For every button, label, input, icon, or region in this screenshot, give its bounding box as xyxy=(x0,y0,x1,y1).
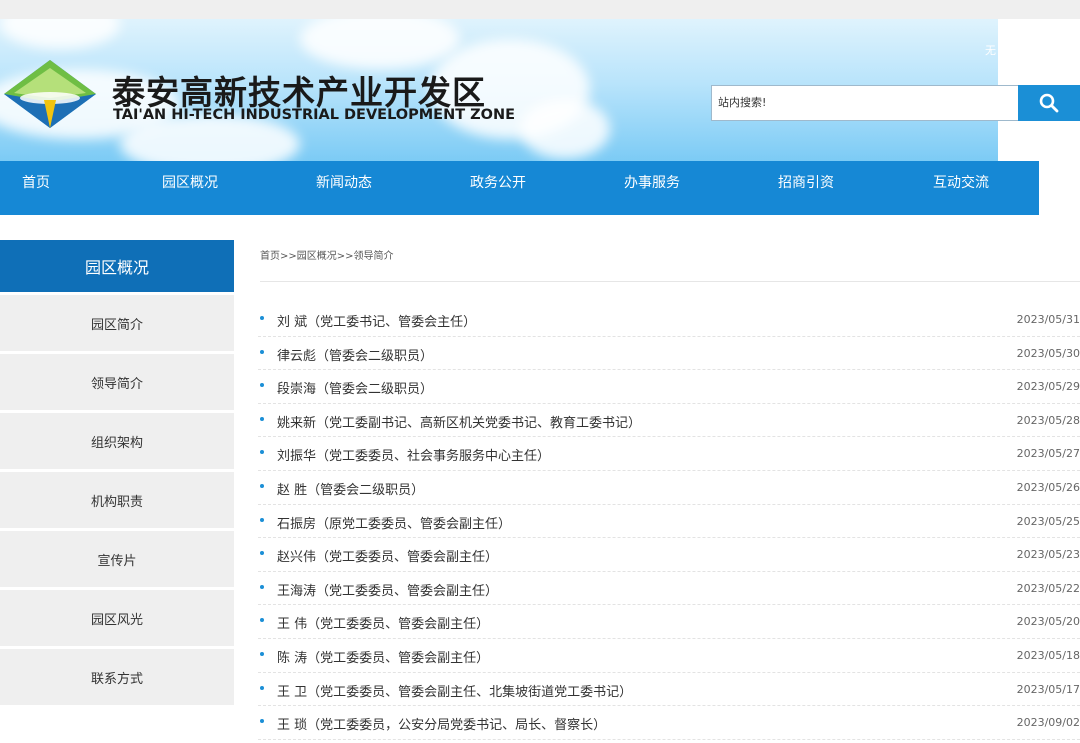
bullet-icon xyxy=(260,685,264,690)
list-item-date: 2023/05/18 xyxy=(1016,648,1080,662)
nav-item-government[interactable]: 政务公开 xyxy=(470,161,526,215)
list-item-title[interactable]: 王 琐（党工委委员，公安分局党委书记、局长、督察长） xyxy=(277,714,606,733)
search-input[interactable]: 站内搜索! xyxy=(711,85,1019,121)
bullet-icon xyxy=(260,416,264,421)
nav-item-services[interactable]: 办事服务 xyxy=(624,161,680,215)
top-strip xyxy=(0,0,1080,19)
list-item[interactable]: 赵 胜（管委会二级职员） 2023/05/26 xyxy=(258,471,1080,505)
list-item-date: 2023/05/26 xyxy=(1016,480,1080,494)
list-item[interactable]: 刘 斌（党工委书记、管委会主任） 2023/05/31 xyxy=(258,303,1080,337)
list-item[interactable]: 王 伟（党工委委员、管委会副主任） 2023/05/20 xyxy=(258,605,1080,639)
list-item[interactable]: 赵兴伟（党工委委员、管委会副主任） 2023/05/23 xyxy=(258,538,1080,572)
list-item[interactable]: 王 琐（党工委委员，公安分局党委书记、局长、督察长） 2023/09/02 xyxy=(258,706,1080,740)
sidebar-item-contact[interactable]: 联系方式 xyxy=(0,649,234,705)
breadcrumb: 首页>>园区概况>>领导简介 xyxy=(260,251,394,262)
list-item-date: 2023/05/20 xyxy=(1016,615,1080,629)
bullet-icon xyxy=(260,450,264,455)
logo xyxy=(4,60,96,128)
list-item[interactable]: 姚来新（党工委副书记、高新区机关党委书记、教育工委书记） 2023/05/28 xyxy=(258,404,1080,438)
list-item-date: 2023/05/17 xyxy=(1016,682,1080,696)
list-item[interactable]: 石振房（原党工委委员、管委会副主任） 2023/05/25 xyxy=(258,505,1080,539)
list-item[interactable]: 刘振华（党工委委员、社会事务服务中心主任） 2023/05/27 xyxy=(258,437,1080,471)
nav-item-home[interactable]: 首页 xyxy=(22,161,50,215)
list-item[interactable]: 律云彪（管委会二级职员） 2023/05/30 xyxy=(258,337,1080,371)
sidebar-item-intro[interactable]: 园区简介 xyxy=(0,295,234,351)
list-item[interactable]: 陈 涛（党工委委员、管委会副主任） 2023/05/18 xyxy=(258,639,1080,673)
list-item-title[interactable]: 石振房（原党工委委员、管委会副主任） xyxy=(277,513,511,532)
nav-item-overview[interactable]: 园区概况 xyxy=(162,161,218,215)
list-item-title[interactable]: 赵 胜（管委会二级职员） xyxy=(277,479,424,498)
top-link[interactable]: 无 xyxy=(985,42,996,58)
nav-item-investment[interactable]: 招商引资 xyxy=(778,161,834,215)
list-item[interactable]: 王 卫（党工委委员、管委会副主任、北集坡街道党工委书记） 2023/05/17 xyxy=(258,673,1080,707)
list-item-date: 2023/05/23 xyxy=(1016,548,1080,562)
sidebar-item-video[interactable]: 宣传片 xyxy=(0,531,234,587)
list-item-date: 2023/05/28 xyxy=(1016,413,1080,427)
bullet-icon xyxy=(260,651,264,656)
sidebar-item-duties[interactable]: 机构职责 xyxy=(0,472,234,528)
search-bar: 站内搜索! xyxy=(711,85,1080,121)
list-item-title[interactable]: 赵兴伟（党工委委员、管委会副主任） xyxy=(277,546,498,565)
leader-list: 刘 斌（党工委书记、管委会主任） 2023/05/31 律云彪（管委会二级职员） 2… xyxy=(258,303,1080,740)
bullet-icon xyxy=(260,383,264,388)
search-icon xyxy=(1039,93,1059,113)
list-item-title[interactable]: 姚来新（党工委副书记、高新区机关党委书记、教育工委书记） xyxy=(277,412,641,431)
bullet-icon xyxy=(260,551,264,556)
list-item-title[interactable]: 刘 斌（党工委书记、管委会主任） xyxy=(277,311,476,330)
bullet-icon xyxy=(260,316,264,320)
sidebar: 园区概况 园区简介 领导简介 组织架构 机构职责 宣传片 园区风光 联系方式 xyxy=(0,240,234,705)
bullet-icon xyxy=(260,483,264,488)
list-item-title[interactable]: 段崇海（管委会二级职员） xyxy=(277,378,433,397)
list-item-title[interactable]: 刘振华（党工委委员、社会事务服务中心主任） xyxy=(277,445,550,464)
bullet-icon xyxy=(260,517,264,522)
search-button[interactable] xyxy=(1018,85,1080,121)
list-item-title[interactable]: 王海涛（党工委委员、管委会副主任） xyxy=(277,580,498,599)
list-item-title[interactable]: 王 卫（党工委委员、管委会副主任、北集坡街道党工委书记） xyxy=(277,681,632,700)
nav-item-news[interactable]: 新闻动态 xyxy=(316,161,372,215)
nav-item-interaction[interactable]: 互动交流 xyxy=(933,161,989,215)
divider xyxy=(260,281,1080,282)
list-item-date: 2023/09/02 xyxy=(1016,716,1080,730)
bullet-icon xyxy=(260,584,264,589)
bullet-icon xyxy=(260,618,264,623)
bullet-icon xyxy=(260,719,264,724)
list-item-title[interactable]: 王 伟（党工委委员、管委会副主任） xyxy=(277,613,489,632)
list-item-date: 2023/05/31 xyxy=(1016,313,1080,326)
sidebar-title: 园区概况 xyxy=(0,240,234,292)
list-item-date: 2023/05/29 xyxy=(1016,380,1080,394)
list-item-date: 2023/05/25 xyxy=(1016,514,1080,528)
list-item-date: 2023/05/27 xyxy=(1016,447,1080,461)
sidebar-item-leaders[interactable]: 领导简介 xyxy=(0,354,234,410)
list-item[interactable]: 王海涛（党工委委员、管委会副主任） 2023/05/22 xyxy=(258,572,1080,606)
site-title-en: TAI'AN HI-TECH INDUSTRIAL DEVELOPMENT ZO… xyxy=(113,107,516,123)
sidebar-item-structure[interactable]: 组织架构 xyxy=(0,413,234,469)
sidebar-item-scenery[interactable]: 园区风光 xyxy=(0,590,234,646)
list-item-title[interactable]: 律云彪（管委会二级职员） xyxy=(277,345,433,364)
main-nav: 首页 园区概况 新闻动态 政务公开 办事服务 招商引资 互动交流 xyxy=(0,161,1039,215)
list-item-date: 2023/05/30 xyxy=(1016,346,1080,360)
list-item-date: 2023/05/22 xyxy=(1016,581,1080,595)
bullet-icon xyxy=(260,349,264,354)
list-item-title[interactable]: 陈 涛（党工委委员、管委会副主任） xyxy=(277,647,489,666)
list-item[interactable]: 段崇海（管委会二级职员） 2023/05/29 xyxy=(258,370,1080,404)
